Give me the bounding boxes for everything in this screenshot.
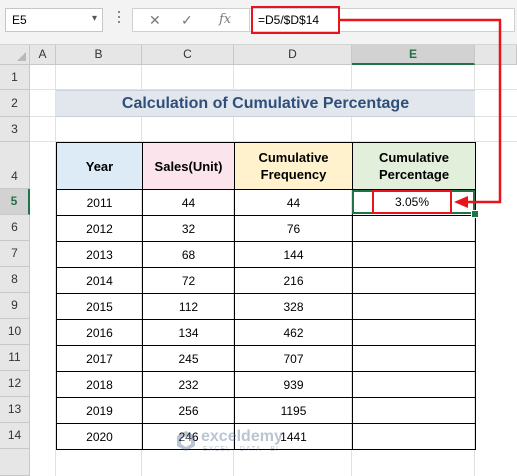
column-header-f[interactable] bbox=[475, 45, 517, 65]
row-header-10[interactable]: 10 bbox=[0, 319, 30, 345]
data-table: Year Sales(Unit) Cumulative Frequency Cu… bbox=[56, 142, 476, 450]
cell-pct[interactable] bbox=[352, 371, 476, 398]
cell-pct[interactable] bbox=[352, 397, 476, 424]
cell-sales[interactable]: 32 bbox=[142, 215, 235, 242]
cell-pct[interactable] bbox=[352, 319, 476, 346]
table-row: 2015 112 328 bbox=[56, 293, 476, 320]
column-header-a[interactable]: A bbox=[30, 45, 56, 65]
watermark-tag: EXCEL · DATA · BI bbox=[203, 446, 279, 453]
watermark-brand: exceldemy bbox=[201, 428, 283, 445]
cell-year[interactable]: 2012 bbox=[56, 215, 143, 242]
table-row: 2014 72 216 bbox=[56, 267, 476, 294]
row-header-9[interactable]: 9 bbox=[0, 293, 30, 319]
select-all-button[interactable] bbox=[0, 45, 30, 65]
name-box[interactable]: E5 ▾ bbox=[5, 8, 103, 32]
cell-pct[interactable] bbox=[352, 345, 476, 372]
cell-sales[interactable]: 134 bbox=[142, 319, 235, 346]
cell-year[interactable]: 2014 bbox=[56, 267, 143, 294]
row-header-14[interactable]: 14 bbox=[0, 423, 30, 449]
row-header-11[interactable]: 11 bbox=[0, 345, 30, 371]
formula-bar-area: E5 ▾ ✕ ✓ fx =D5/$D$14 bbox=[0, 0, 517, 45]
column-header-e[interactable]: E bbox=[352, 45, 475, 65]
cell-pct[interactable] bbox=[352, 241, 476, 268]
column-header-d[interactable]: D bbox=[234, 45, 352, 65]
cell-sales[interactable]: 112 bbox=[142, 293, 235, 320]
chevron-down-icon[interactable]: ▾ bbox=[92, 13, 97, 24]
insert-function-icon[interactable]: fx bbox=[219, 12, 231, 27]
row-header-12[interactable]: 12 bbox=[0, 371, 30, 397]
cell-pct[interactable] bbox=[352, 423, 476, 450]
cell-year[interactable]: 2018 bbox=[56, 371, 143, 398]
cell-sales[interactable]: 232 bbox=[142, 371, 235, 398]
cell-sales[interactable]: 256 bbox=[142, 397, 235, 424]
cell-freq[interactable]: 707 bbox=[234, 345, 353, 372]
fill-handle[interactable] bbox=[471, 210, 479, 218]
row-header-7[interactable]: 7 bbox=[0, 241, 30, 267]
cell-sales[interactable]: 245 bbox=[142, 345, 235, 372]
cell-year[interactable]: 2013 bbox=[56, 241, 143, 268]
table-row: 2012 32 76 bbox=[56, 215, 476, 242]
page-title: Calculation of Cumulative Percentage bbox=[56, 90, 475, 117]
check-icon[interactable]: ✓ bbox=[181, 12, 193, 29]
column-header-c[interactable]: C bbox=[142, 45, 234, 65]
row-header-4[interactable]: 4 bbox=[0, 142, 30, 189]
cell-freq[interactable]: 216 bbox=[234, 267, 353, 294]
header-cumulative-frequency[interactable]: Cumulative Frequency bbox=[234, 142, 353, 190]
formula-highlight-box bbox=[251, 6, 340, 34]
header-cumulative-percentage[interactable]: Cumulative Percentage bbox=[352, 142, 476, 190]
cell-year[interactable]: 2019 bbox=[56, 397, 143, 424]
logo-icon bbox=[177, 431, 195, 451]
cell-sales[interactable]: 44 bbox=[142, 189, 235, 216]
row-header-1[interactable]: 1 bbox=[0, 65, 30, 90]
cell-freq[interactable]: 939 bbox=[234, 371, 353, 398]
table-row: 2013 68 144 bbox=[56, 241, 476, 268]
cell-year[interactable]: 2017 bbox=[56, 345, 143, 372]
row-header-8[interactable]: 8 bbox=[0, 267, 30, 293]
watermark-logo: exceldemy EXCEL · DATA · BI bbox=[175, 427, 325, 457]
cell-year[interactable]: 2015 bbox=[56, 293, 143, 320]
table-row: 2018 232 939 bbox=[56, 371, 476, 398]
table-row: 2017 245 707 bbox=[56, 345, 476, 372]
cell-freq[interactable]: 328 bbox=[234, 293, 353, 320]
table-row: 2019 256 1195 bbox=[56, 397, 476, 424]
cell-year[interactable]: 2011 bbox=[56, 189, 143, 216]
cell-sales[interactable]: 68 bbox=[142, 241, 235, 268]
cell-freq[interactable]: 144 bbox=[234, 241, 353, 268]
cell-pct[interactable] bbox=[352, 267, 476, 294]
row-header-13[interactable]: 13 bbox=[0, 397, 30, 423]
row-header-5[interactable]: 5 bbox=[0, 189, 30, 215]
row-header-2[interactable]: 2 bbox=[0, 90, 30, 117]
column-header-b[interactable]: B bbox=[56, 45, 142, 65]
drag-handle-icon[interactable] bbox=[116, 8, 122, 32]
result-highlight-box: 3.05% bbox=[372, 190, 452, 214]
cell-pct[interactable] bbox=[352, 293, 476, 320]
row-header-3[interactable]: 3 bbox=[0, 117, 30, 142]
name-box-value: E5 bbox=[12, 13, 27, 27]
cell-year[interactable]: 2016 bbox=[56, 319, 143, 346]
formula-buttons: ✕ ✓ fx bbox=[132, 8, 250, 32]
table-header-row: Year Sales(Unit) Cumulative Frequency Cu… bbox=[56, 142, 476, 190]
table-row: 2016 134 462 bbox=[56, 319, 476, 346]
header-sales[interactable]: Sales(Unit) bbox=[142, 142, 235, 190]
cancel-icon[interactable]: ✕ bbox=[149, 12, 161, 29]
cell-sales[interactable]: 72 bbox=[142, 267, 235, 294]
row-header-15[interactable] bbox=[0, 449, 30, 476]
cell-freq[interactable]: 462 bbox=[234, 319, 353, 346]
row-header-6[interactable]: 6 bbox=[0, 215, 30, 241]
header-year[interactable]: Year bbox=[56, 142, 143, 190]
cell-pct[interactable] bbox=[352, 215, 476, 242]
cell-freq[interactable]: 44 bbox=[234, 189, 353, 216]
cell-freq[interactable]: 76 bbox=[234, 215, 353, 242]
cell-year[interactable]: 2020 bbox=[56, 423, 143, 450]
cell-freq[interactable]: 1195 bbox=[234, 397, 353, 424]
